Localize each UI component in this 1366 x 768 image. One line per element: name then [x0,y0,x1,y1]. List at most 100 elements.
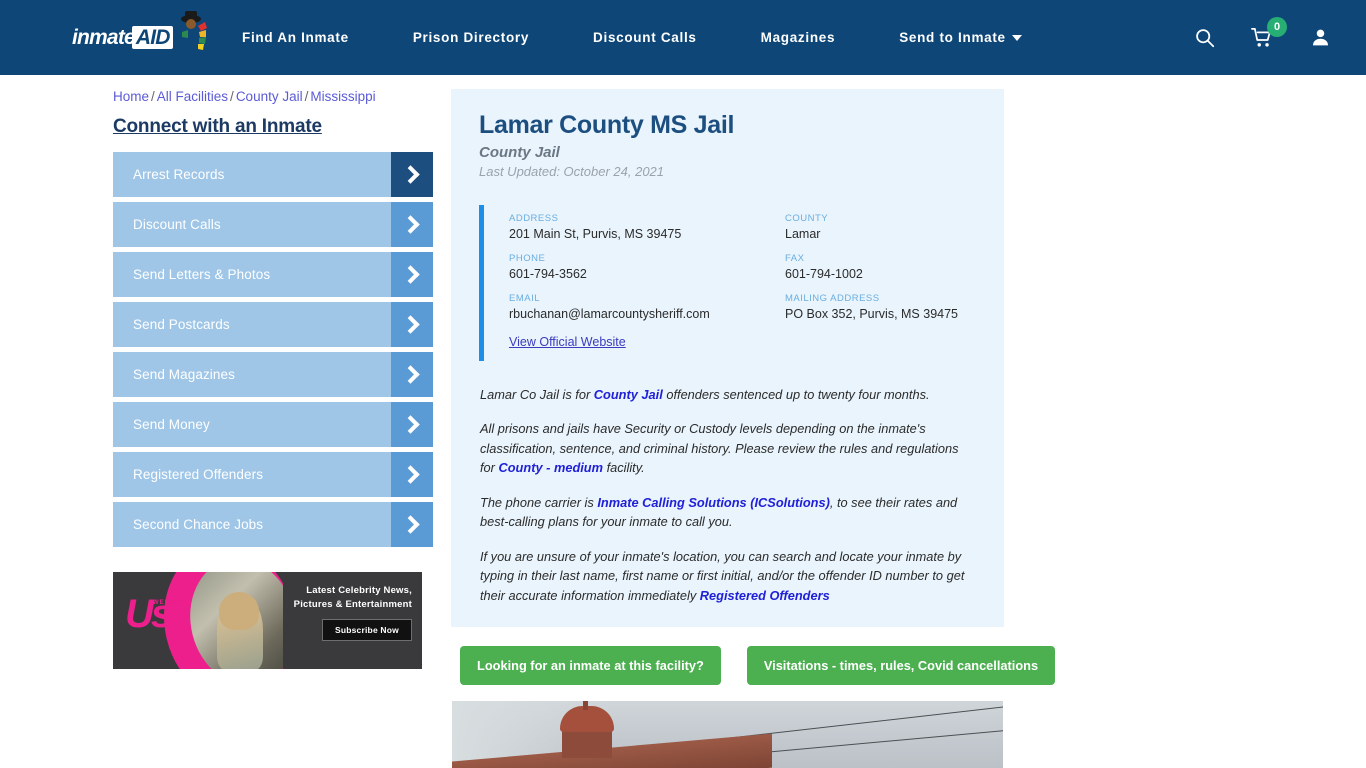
contact-label: MAILING ADDRESS [785,293,880,304]
breadcrumb-separator: / [151,89,155,104]
sidebar-item-label: Second Chance Jobs [113,502,391,547]
facility-description: Lamar Co Jail is for County Jail offende… [479,385,976,605]
sidebar-item-label: Registered Offenders [113,452,391,497]
user-account-icon[interactable] [1308,26,1332,50]
contact-field-county: COUNTY Lamar [785,213,976,241]
sidebar-item-label: Send Letters & Photos [113,252,391,297]
main-content-column: Lamar County MS Jail County Jail Last Up… [435,89,1366,768]
facility-info-panel: Lamar County MS Jail County Jail Last Up… [451,89,1004,627]
main-navigation: Find An Inmate Prison Directory Discount… [242,20,1192,55]
ad-subscribe-button[interactable]: Subscribe Now [321,618,412,641]
facility-contact-details: ADDRESS 201 Main St, Purvis, MS 39475 CO… [479,205,976,361]
header-icon-group: 0 [1192,16,1342,50]
nav-item-discount-calls[interactable]: Discount Calls [593,20,697,55]
facility-type-label: County Jail [479,144,560,161]
sidebar-item-label: Send Postcards [113,302,391,347]
chevron-right-icon [391,302,433,347]
contact-label: ADDRESS [509,213,559,224]
nav-item-prison-directory[interactable]: Prison Directory [413,20,529,55]
last-updated-text: Last Updated: October 24, 2021 [479,164,665,179]
breadcrumb-separator: / [230,89,234,104]
description-paragraph-4: If you are unsure of your inmate's locat… [480,547,975,605]
contact-field-fax: FAX 601-794-1002 [785,253,976,281]
breadcrumb-item-mississippi[interactable]: Mississippi [310,89,375,104]
description-paragraph-1: Lamar Co Jail is for County Jail offende… [480,385,975,404]
contact-value: 201 Main St, Purvis, MS 39475 [509,227,682,241]
chevron-right-icon [391,502,433,547]
contact-value: 601-794-1002 [785,267,863,281]
sidebar-item-send-magazines[interactable]: Send Magazines [113,352,433,397]
description-paragraph-3: The phone carrier is Inmate Calling Solu… [480,493,975,532]
desc-text: offenders sentenced up to twenty four mo… [662,387,930,402]
sidebar-item-label: Discount Calls [113,202,391,247]
sidebar-item-label: Arrest Records [113,152,391,197]
description-paragraph-2: All prisons and jails have Security or C… [480,419,975,477]
cart-count-badge: 0 [1267,16,1287,37]
sidebar-item-send-letters-photos[interactable]: Send Letters & Photos [113,252,433,297]
contact-label: COUNTY [785,213,829,224]
contact-value: PO Box 352, Purvis, MS 39475 [785,307,959,321]
contact-value: rbuchanan@lamarcountysheriff.com [509,307,710,321]
contact-field-mailing-address: MAILING ADDRESS PO Box 352, Purvis, MS 3… [785,293,976,321]
nav-item-find-an-inmate[interactable]: Find An Inmate [242,20,349,55]
ad-copy-block: Latest Celebrity News, Pictures & Entert… [283,572,422,669]
breadcrumb-item-home[interactable]: Home [113,89,149,104]
view-official-website-link[interactable]: View Official Website [509,335,626,349]
ad-person-hair [219,592,259,630]
contact-label: FAX [785,253,805,264]
nav-item-magazines[interactable]: Magazines [761,20,836,55]
ad-artwork: Us WEEKLY [113,572,283,669]
ad-brand-sublabel: WEEKLY [153,600,185,606]
sidebar-item-label: Send Money [113,402,391,447]
sidebar-item-discount-calls[interactable]: Discount Calls [113,202,433,247]
desc-text: Lamar Co Jail is for [480,387,594,402]
breadcrumb: Home / All Facilities / County Jail / Mississi… [113,89,435,104]
sidebar-menu: Arrest Records Discount Calls Send Lette… [113,152,435,547]
sidebar-item-send-postcards[interactable]: Send Postcards [113,302,433,347]
left-column: Home / All Facilities / County Jail / Mississi… [0,89,435,768]
link-icsolutions[interactable]: Inmate Calling Solutions (ICSolutions) [597,495,829,510]
contact-value: Lamar [785,227,821,241]
link-county-jail[interactable]: County Jail [594,387,663,402]
desc-text: facility. [603,460,645,476]
sidebar-item-arrest-records[interactable]: Arrest Records [113,152,433,197]
looking-for-inmate-button[interactable]: Looking for an inmate at this facility? [460,645,721,685]
site-logo[interactable]: inmateAID [72,10,207,60]
chevron-right-icon [391,202,433,247]
facility-photo [452,700,1003,768]
logo-aid-badge: AID [131,26,173,49]
cta-button-row: Looking for an inmate at this facility? … [451,645,1056,685]
breadcrumb-item-all-facilities[interactable]: All Facilities [157,89,228,104]
courthouse-spire [583,700,588,710]
page-title: Lamar County MS Jail [479,111,735,139]
chevron-right-icon [391,152,433,197]
search-icon[interactable] [1192,26,1216,50]
page-body: Home / All Facilities / County Jail / Mississi… [0,75,1366,768]
contact-label: PHONE [509,253,546,264]
breadcrumb-item-county-jail[interactable]: County Jail [236,89,303,104]
chevron-right-icon [391,352,433,397]
shopping-cart-icon[interactable]: 0 [1250,16,1287,50]
ad-copy-text: Latest Celebrity News, Pictures & Entert… [293,585,412,610]
contact-value: 601-794-3562 [509,267,587,281]
link-county-medium[interactable]: County - medium [499,460,604,475]
link-registered-offenders[interactable]: Registered Offenders [700,588,830,603]
contact-field-address: ADDRESS 201 Main St, Purvis, MS 39475 [509,213,785,241]
contact-label: EMAIL [509,293,541,304]
contact-field-email: EMAIL rbuchanan@lamarcountysheriff.com [509,293,785,321]
breadcrumb-separator: / [304,89,309,104]
chevron-right-icon [391,402,433,447]
advertisement-banner[interactable]: Us WEEKLY Latest Celebrity News, Picture… [113,572,422,669]
chevron-down-icon [1011,35,1022,42]
sidebar-item-second-chance-jobs[interactable]: Second Chance Jobs [113,502,433,547]
sidebar-item-label: Send Magazines [113,352,391,397]
site-header: inmateAID Find An Inmate Prison Director… [0,0,1366,75]
visitations-button[interactable]: Visitations - times, rules, Covid cancel… [746,645,1056,685]
sidebar-item-registered-offenders[interactable]: Registered Offenders [113,452,433,497]
chevron-right-icon [391,452,433,497]
nav-item-send-to-inmate[interactable]: Send to Inmate [899,20,1022,55]
connect-with-inmate-title: Connect with an Inmate [113,116,322,137]
desc-text: The phone carrier is [480,494,598,510]
sidebar-item-send-money[interactable]: Send Money [113,402,433,447]
logo-text: inmateAID [72,26,173,49]
